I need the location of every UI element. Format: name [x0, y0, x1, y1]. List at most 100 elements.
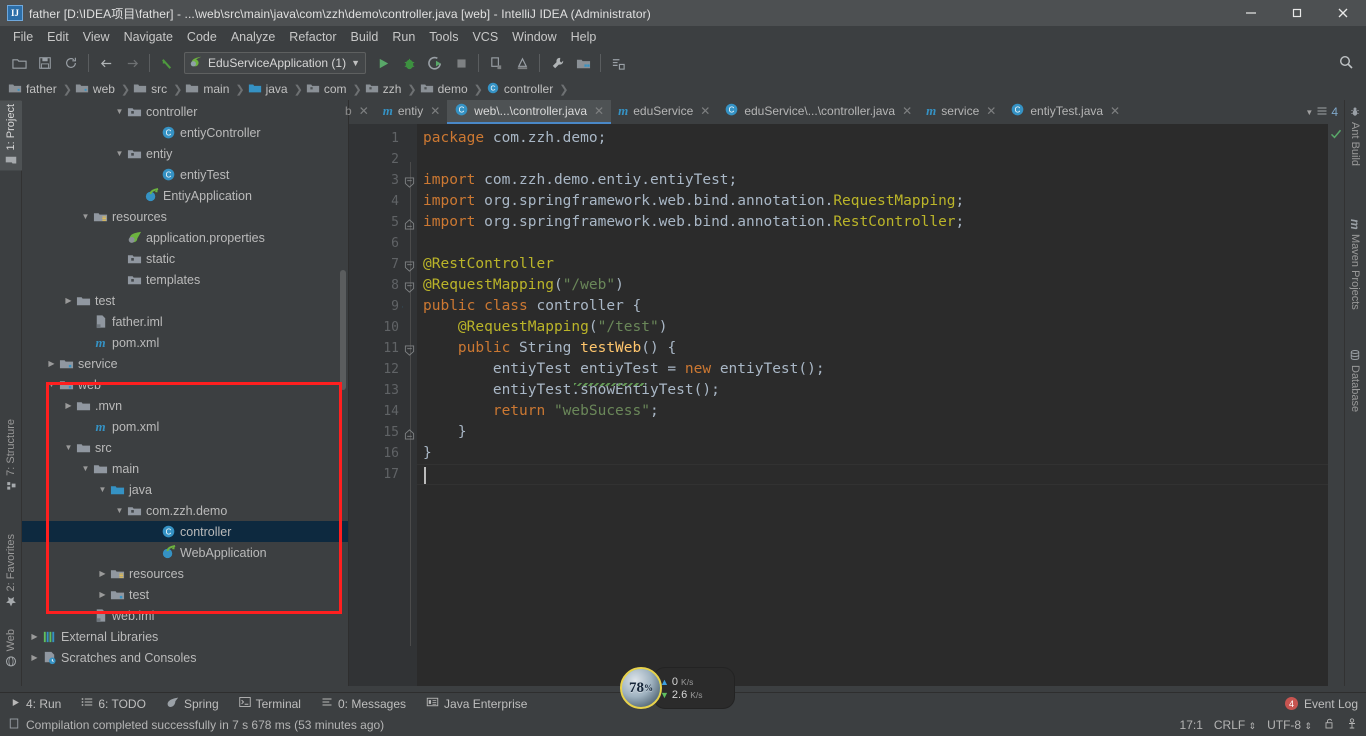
minimize-button[interactable]: [1228, 0, 1274, 26]
search-everywhere-icon[interactable]: [1338, 54, 1354, 75]
close-tab-icon[interactable]: ✕: [902, 104, 912, 118]
tree-row[interactable]: ▶ test: [22, 290, 348, 311]
tree-row[interactable]: EntiyApplication: [22, 185, 348, 206]
tree-row[interactable]: ▶ .mvn: [22, 395, 348, 416]
tree-row[interactable]: m pom.xml: [22, 416, 348, 437]
editor-tab[interactable]: CentiyTest.java ✕: [1003, 100, 1127, 124]
sidebar-item-web[interactable]: Web: [0, 625, 22, 671]
breadcrumb-item-main[interactable]: main ❯: [185, 81, 247, 98]
cpu-usage-ball[interactable]: 78%: [613, 667, 669, 709]
back-arrow-icon[interactable]: [93, 51, 119, 75]
maximize-button[interactable]: [1274, 0, 1320, 26]
fold-start-icon[interactable]: [404, 343, 415, 361]
menu-window[interactable]: Window: [505, 28, 563, 46]
caret-position[interactable]: 17:1: [1180, 718, 1203, 732]
editor-scrollbar-area[interactable]: [1328, 124, 1344, 686]
tree-toggle-right-icon[interactable]: ▶: [62, 401, 75, 410]
menu-vcs[interactable]: VCS: [465, 28, 505, 46]
menu-analyze[interactable]: Analyze: [224, 28, 282, 46]
run-configuration-selector[interactable]: EduServiceApplication (1) ▼: [184, 52, 366, 74]
open-folder-icon[interactable]: [6, 51, 32, 75]
menu-edit[interactable]: Edit: [40, 28, 76, 46]
sidebar-item-favorites[interactable]: 2: Favorites: [0, 530, 22, 611]
tree-toggle-down-icon[interactable]: ▼: [113, 506, 126, 515]
tree-toggle-right-icon[interactable]: ▶: [96, 590, 109, 599]
tab-overflow-group[interactable]: ▼ 4: [1305, 100, 1344, 124]
menu-navigate[interactable]: Navigate: [117, 28, 180, 46]
chevron-down-icon[interactable]: ▼: [351, 58, 360, 68]
menu-file[interactable]: File: [6, 28, 40, 46]
fold-end-icon[interactable]: [404, 217, 415, 235]
tree-row-selected[interactable]: Ccontroller: [22, 521, 348, 542]
tree-row[interactable]: CentiyTest: [22, 164, 348, 185]
tree-toggle-right-icon[interactable]: ▶: [45, 359, 58, 368]
network-speed-widget[interactable]: ▲ 0 K/s ▼ 2.6 K/s 78%: [613, 667, 735, 709]
run-coverage-icon[interactable]: [422, 51, 448, 75]
tree-toggle-down-icon[interactable]: ▼: [45, 380, 58, 389]
close-tab-icon[interactable]: ✕: [700, 104, 710, 118]
tree-row[interactable]: web.iml: [22, 605, 348, 626]
breadcrumb-item-father[interactable]: father ❯: [8, 81, 75, 98]
bottom-tab-run[interactable]: 4: Run: [0, 697, 71, 711]
tree-toggle-right-icon[interactable]: ▶: [28, 653, 41, 662]
tree-scrollbar[interactable]: [340, 270, 346, 390]
editor-tab[interactable]: m service ✕: [919, 100, 1003, 124]
event-log-label[interactable]: Event Log: [1304, 697, 1358, 711]
close-tab-icon[interactable]: ✕: [594, 104, 604, 118]
chevron-down-icon[interactable]: ▼: [1305, 108, 1313, 117]
tree-row[interactable]: application.properties: [22, 227, 348, 248]
unlocked-icon[interactable]: [1323, 717, 1335, 733]
tree-row[interactable]: ▼ resources: [22, 206, 348, 227]
editor-tab[interactable]: CeduService\...\controller.java ✕: [717, 100, 919, 124]
tree-row[interactable]: ▼ web: [22, 374, 348, 395]
breadcrumb-item-demo[interactable]: demo ❯: [420, 81, 486, 98]
sidebar-item-maven-projects[interactable]: m Maven Projects: [1344, 215, 1366, 313]
fold-start-icon[interactable]: [404, 280, 415, 298]
menu-tools[interactable]: Tools: [422, 28, 465, 46]
tree-row[interactable]: ▶ resources: [22, 563, 348, 584]
close-tab-icon[interactable]: ✕: [1110, 104, 1120, 118]
fold-start-icon[interactable]: [404, 259, 415, 277]
encoding-selector[interactable]: UTF-8 ⇕: [1267, 718, 1312, 732]
project-tree[interactable]: ▼ controller CentiyController ▼ entiy CentiyT…: [22, 101, 348, 686]
code-editor[interactable]: 1 2 3 4 5 6 7 8 9 10 11 12 13 14 15 16 17 package com.zz…: [349, 124, 1344, 686]
tree-row[interactable]: ▼ entiy: [22, 143, 348, 164]
bottom-tab-java-enterprise[interactable]: Java Enterprise: [416, 696, 537, 711]
bottom-tab-terminal[interactable]: Terminal: [229, 696, 311, 711]
breadcrumb-item-controller[interactable]: C controller ❯: [486, 81, 572, 98]
tree-row[interactable]: templates: [22, 269, 348, 290]
event-log-group[interactable]: 4 Event Log: [1284, 697, 1366, 711]
tree-toggle-right-icon[interactable]: ▶: [96, 569, 109, 578]
tree-row[interactable]: CentiyController: [22, 122, 348, 143]
undo-icon[interactable]: [154, 51, 180, 75]
breadcrumb-item-com[interactable]: com ❯: [306, 81, 365, 98]
save-all-icon[interactable]: [32, 51, 58, 75]
sidebar-item-ant-build[interactable]: Ant Build: [1344, 102, 1366, 170]
sidebar-item-project[interactable]: 1: Project: [0, 100, 22, 171]
tree-toggle-down-icon[interactable]: ▼: [62, 443, 75, 452]
close-tab-icon[interactable]: ✕: [359, 104, 369, 118]
build-project-icon[interactable]: [483, 51, 509, 75]
editor-tab[interactable]: b ✕: [345, 100, 376, 124]
close-button[interactable]: [1320, 0, 1366, 26]
tree-row[interactable]: m pom.xml: [22, 332, 348, 353]
update-project-icon[interactable]: [605, 51, 631, 75]
sidebar-item-database[interactable]: Database: [1344, 345, 1366, 416]
tree-toggle-right-icon[interactable]: ▶: [28, 632, 41, 641]
tree-row[interactable]: ▼ java: [22, 479, 348, 500]
menu-refactor[interactable]: Refactor: [282, 28, 343, 46]
run-icon[interactable]: [370, 51, 396, 75]
menu-run[interactable]: Run: [385, 28, 422, 46]
tree-toggle-down-icon[interactable]: ▼: [79, 212, 92, 221]
sync-icon[interactable]: [58, 51, 84, 75]
sidebar-item-structure[interactable]: 7: Structure: [0, 415, 22, 496]
tree-toggle-down-icon[interactable]: ▼: [96, 485, 109, 494]
tree-row[interactable]: ▼ controller: [22, 101, 348, 122]
tree-row[interactable]: ▼ main: [22, 458, 348, 479]
menu-help[interactable]: Help: [564, 28, 604, 46]
tree-toggle-down-icon[interactable]: ▼: [113, 107, 126, 116]
editor-tab[interactable]: m eduService ✕: [611, 100, 717, 124]
tree-toggle-down-icon[interactable]: ▼: [79, 464, 92, 473]
tree-row[interactable]: WebApplication: [22, 542, 348, 563]
tree-row[interactable]: ▶ service: [22, 353, 348, 374]
